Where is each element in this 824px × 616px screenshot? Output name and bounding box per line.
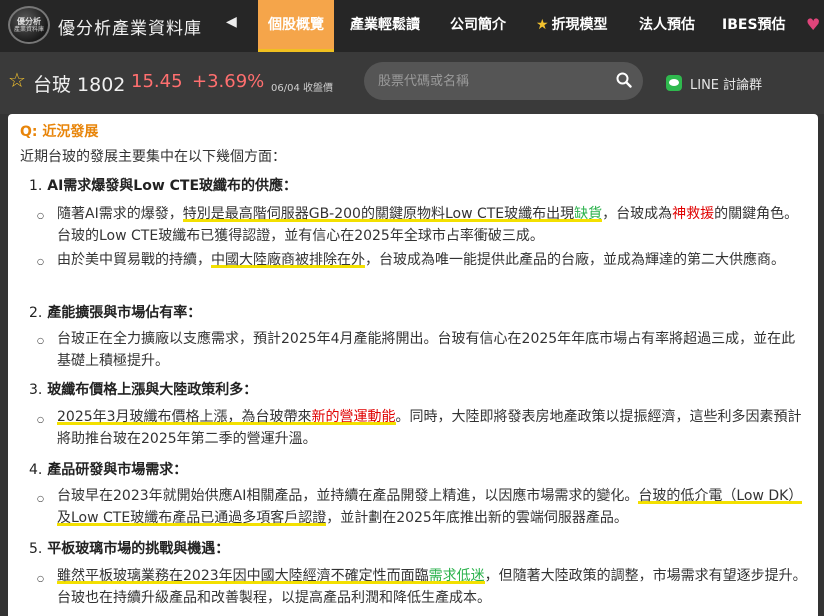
tab-label: 折現模型 xyxy=(551,17,608,33)
bullet-icon: ○ xyxy=(37,257,44,266)
list-item: 隨著AI需求的爆發，特別是最高階伺服器GB-200的關鍵原物料Low CTE玻纖… xyxy=(57,203,809,247)
highlight-underline: 特別是最高階伺服器GB-200的關鍵原物料Low CTE玻纖布出現 xyxy=(182,206,575,222)
line-group-label: LINE 討論群 xyxy=(690,77,763,93)
section-title: 產品研發與市場需求： xyxy=(47,462,188,478)
list-item: 雖然平板玻璃業務在2023年因中國大陸經濟不確定性而面臨需求低迷，但隨著大陸政策… xyxy=(57,565,809,609)
tab-label: 公司簡介 xyxy=(450,17,506,33)
highlight-red: 新的營運動能 xyxy=(311,409,396,425)
bullet-icon: ○ xyxy=(37,574,44,583)
list-item: 2025年3月玻纖布價格上漲，為台玻帶來新的營運動能。同時，大陸即將發表房地產政… xyxy=(57,406,809,450)
tab-institutional-estimates[interactable]: 法人預估 xyxy=(639,0,695,52)
line-group-button[interactable]: LINE 討論群 xyxy=(666,72,762,94)
highlight-underline: 2025年3月玻纖布價格上漲，為台玻帶來 xyxy=(57,409,312,425)
section-number: 1. xyxy=(29,178,43,194)
section-title: 玻纖布價格上漲與大陸政策利多： xyxy=(47,382,258,398)
text-run: 台玻正在全力擴廠以支應需求，預計2025年4月產能將開出。台玻有信心在2025年… xyxy=(57,331,796,369)
tab-label: 法人預估 xyxy=(639,17,695,33)
bullet-icon: ○ xyxy=(37,494,44,503)
section-heading: 2. 產能擴張與市場佔有率： xyxy=(29,302,201,322)
list-item: 由於美中貿易戰的持續，中國大陸廠商被排除在外，台玻成為唯一能提供此產品的台廠，並… xyxy=(57,249,809,271)
list-item: 台玻早在2023年就開始供應AI相關產品，並持續在產品開發上精進，以因應市場需求… xyxy=(57,485,809,529)
text-run: 台玻早在2023年就開始供應AI相關產品，並持續在產品開發上精進，以因應市場需求… xyxy=(57,488,639,504)
tab-company-profile[interactable]: 公司簡介 xyxy=(450,0,506,52)
text-run: ，台玻成為 xyxy=(602,206,673,222)
search-icon[interactable] xyxy=(616,72,632,88)
section-title: 產能擴張與市場佔有率： xyxy=(47,305,202,321)
intro-text: 近期台玻的發展主要集中在以下幾個方面： xyxy=(20,149,286,165)
highlight-green: 需求低迷 xyxy=(428,568,485,584)
section-number: 4. xyxy=(29,462,43,478)
nav-prev-arrow-icon[interactable]: ◀ xyxy=(226,14,237,30)
highlight-red: 神救援 xyxy=(672,206,715,222)
bullet-icon: ○ xyxy=(37,336,44,345)
highlight-underline: 雖然平板玻璃業務在2023年因中國大陸經濟不確定性而面臨 xyxy=(57,568,429,584)
heart-icon[interactable]: ♥ xyxy=(806,15,820,34)
section-number: 5. xyxy=(29,541,43,557)
highlight-green: 缺貨 xyxy=(574,206,603,222)
bullet-icon: ○ xyxy=(37,415,44,424)
favorite-star-icon[interactable]: ☆ xyxy=(8,68,26,92)
section-title: AI需求爆發與Low CTE玻纖布的供應： xyxy=(47,178,298,194)
section-heading: 3. 玻纖布價格上漲與大陸政策利多： xyxy=(29,379,257,399)
section-title: 平板玻璃市場的挑戰與機遇： xyxy=(47,541,230,557)
quote-bar: ☆ 台玻 1802 15.45 +3.69% 06/04 收盤價 LINE 討論… xyxy=(0,52,824,114)
tab-dcf-model[interactable]: ★ 折現模型 xyxy=(536,0,608,52)
stock-change: +3.69% xyxy=(192,71,265,92)
question-heading: Q: 近況發展 xyxy=(20,124,99,140)
content-card: Q: 近況發展 近期台玻的發展主要集中在以下幾個方面： 1. AI需求爆發與Lo… xyxy=(8,114,818,616)
section-heading: 5. 平板玻璃市場的挑戰與機遇： xyxy=(29,538,229,558)
tab-label: IBES預估 xyxy=(722,17,786,33)
highlight-underline: 中國大陸廠商被排除在外 xyxy=(211,252,365,268)
bullet-icon: ○ xyxy=(37,211,44,220)
section-number: 2. xyxy=(29,305,43,321)
tab-ibes-estimates[interactable]: IBES預估 xyxy=(722,0,786,52)
stock-price: 15.45 xyxy=(131,71,183,92)
text-run: ，並計劃在2025年底推出新的雲端伺服器產品。 xyxy=(326,510,628,526)
logo-text-line2: 產業資料庫 xyxy=(13,25,44,33)
section-number: 3. xyxy=(29,382,43,398)
site-title[interactable]: 優分析產業資料庫 xyxy=(58,14,202,39)
site-logo[interactable]: 優分析 產業資料庫 xyxy=(8,6,50,44)
tab-label: 產業輕鬆讀 xyxy=(350,17,420,33)
text-run: 由於美中貿易戰的持續， xyxy=(57,252,211,268)
line-app-icon xyxy=(666,75,682,91)
section-heading: 1. AI需求爆發與Low CTE玻纖布的供應： xyxy=(29,175,297,195)
top-nav-bar: 優分析 產業資料庫 優分析產業資料庫 ◀ 個股概覽 產業輕鬆讀 公司簡介 ★ 折現… xyxy=(0,0,824,52)
list-item: 台玻正在全力擴廠以支應需求，預計2025年4月產能將開出。台玻有信心在2025年… xyxy=(57,328,809,372)
text-run: ，台玻成為唯一能提供此產品的台廠，並成為輝達的第二大供應商。 xyxy=(365,252,785,268)
star-icon: ★ xyxy=(536,17,549,33)
logo-text-line1: 優分析 xyxy=(17,16,41,26)
stock-name: 台玻 1802 xyxy=(33,74,126,96)
section-heading: 4. 產品研發與市場需求： xyxy=(29,459,187,479)
tab-industry-reading[interactable]: 產業輕鬆讀 xyxy=(350,0,420,52)
search-input[interactable] xyxy=(364,62,643,100)
close-date-label: 06/04 收盤價 xyxy=(271,83,333,94)
tab-stock-overview[interactable]: 個股概覽 xyxy=(258,0,334,52)
tab-label: 個股概覽 xyxy=(268,17,324,33)
text-run: 隨著AI需求的爆發， xyxy=(57,206,183,222)
